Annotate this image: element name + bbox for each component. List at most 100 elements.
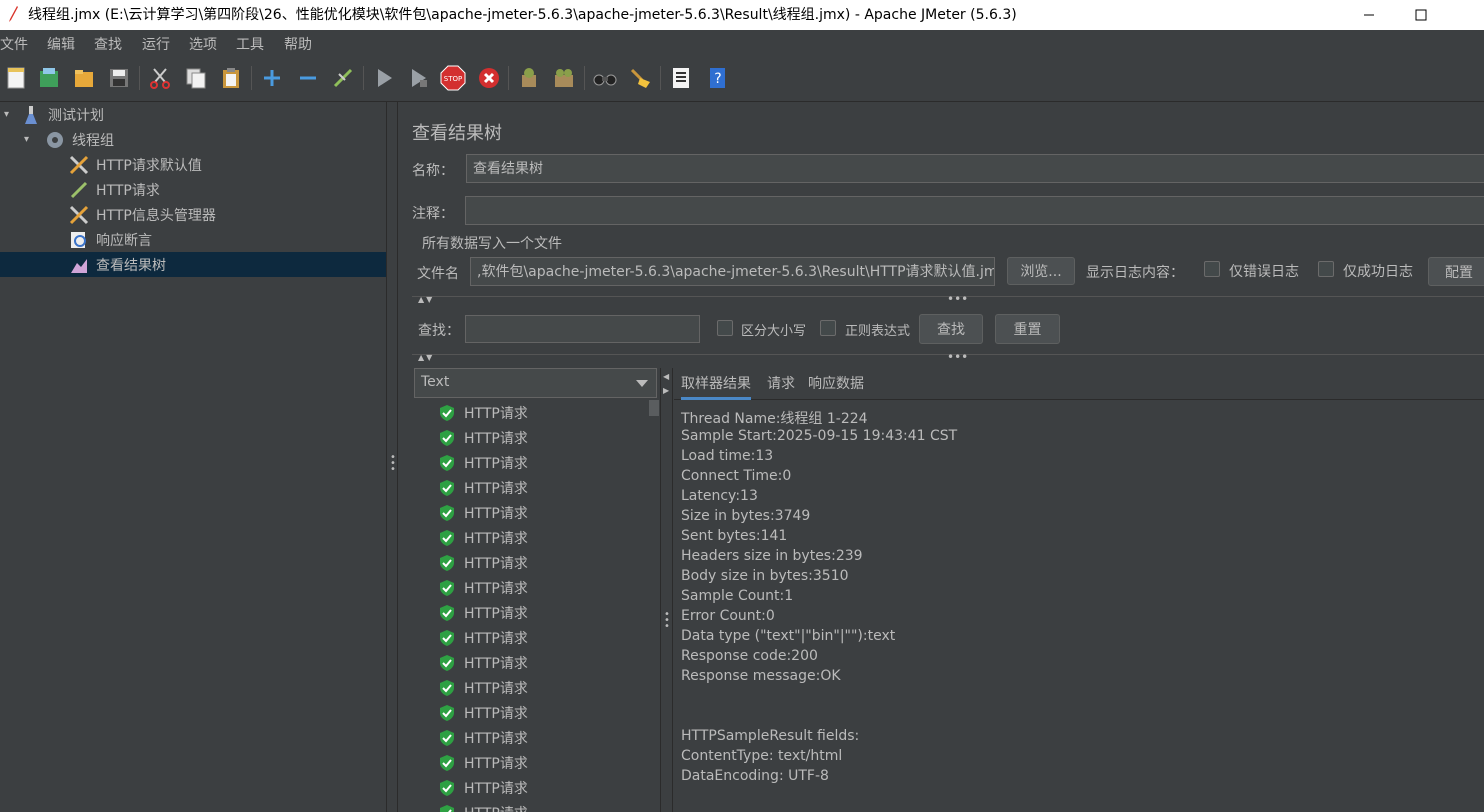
grip-icon: •••	[947, 350, 969, 364]
tab-response-data[interactable]: 响应数据	[808, 373, 864, 393]
bottom-splitter[interactable]: ▲▼ •••	[412, 350, 1484, 364]
list-item[interactable]: HTTP请求	[438, 400, 528, 425]
copy-button[interactable]	[182, 64, 210, 92]
find-button[interactable]: 查找	[919, 314, 983, 344]
menu-search[interactable]: 查找	[94, 34, 122, 54]
shutdown-icon	[479, 68, 499, 88]
expand-button[interactable]	[258, 64, 286, 92]
collapse-button[interactable]	[294, 64, 322, 92]
menu-run[interactable]: 运行	[142, 34, 170, 54]
save-button[interactable]	[105, 64, 133, 92]
browse-button[interactable]: 浏览...	[1007, 257, 1075, 285]
clear-all-button[interactable]	[550, 64, 578, 92]
detail-line: Error Count:0	[681, 608, 775, 624]
list-item[interactable]: HTTP请求	[438, 550, 528, 575]
list-item[interactable]: HTTP请求	[438, 425, 528, 450]
list-item[interactable]: HTTP请求	[438, 750, 528, 775]
filename-input[interactable]: ,软件包\apache-jmeter-5.6.3\apache-jmeter-5…	[470, 257, 995, 286]
list-item[interactable]: HTTP请求	[438, 450, 528, 475]
comment-input[interactable]	[465, 196, 1484, 225]
collapse-toggle-icon[interactable]: ▾	[24, 134, 29, 145]
expand-icon	[264, 70, 280, 86]
tree-node-header-manager[interactable]: HTTP信息头管理器	[68, 202, 386, 227]
shutdown-button[interactable]	[475, 64, 503, 92]
list-item[interactable]: HTTP请求	[438, 525, 528, 550]
maximize-button[interactable]	[1398, 0, 1444, 30]
tree-node-http-defaults[interactable]: HTTP请求默认值	[68, 152, 386, 177]
tab-request[interactable]: 请求	[767, 373, 795, 393]
function-helper-button[interactable]	[667, 64, 695, 92]
function-helper-icon	[673, 68, 689, 88]
list-item[interactable]: HTTP请求	[438, 500, 528, 525]
menu-help[interactable]: 帮助	[284, 34, 312, 54]
clear-button[interactable]	[515, 64, 543, 92]
menu-file[interactable]: 文件	[0, 34, 28, 54]
minimize-button[interactable]	[1346, 0, 1392, 30]
help-icon: ?	[710, 68, 725, 88]
menu-tools[interactable]: 工具	[236, 34, 264, 54]
case-sensitive-checkbox[interactable]	[717, 320, 733, 336]
list-item[interactable]: HTTP请求	[438, 650, 528, 675]
toolbar-separator	[363, 66, 364, 90]
reset-search-button[interactable]	[626, 64, 654, 92]
tab-sampler-result[interactable]: 取样器结果	[681, 373, 751, 400]
results-list[interactable]: HTTP请求 HTTP请求 HTTP请求 HTTP请求 HTTP请求 HTTP请求 HTTP…	[414, 400, 662, 812]
tree-node-response-assertion[interactable]: 响应断言	[68, 227, 386, 252]
open-button[interactable]	[70, 64, 98, 92]
list-item-label: HTTP请求	[464, 430, 528, 447]
toolbar-separator	[660, 66, 661, 90]
tree-node-label: 测试计划	[48, 107, 104, 124]
list-item[interactable]: HTTP请求	[438, 475, 528, 500]
list-item[interactable]: HTTP请求	[438, 775, 528, 800]
search-button[interactable]	[591, 64, 619, 92]
list-item[interactable]: HTTP请求	[438, 575, 528, 600]
arrow-left-icon: ◀	[663, 372, 670, 381]
top-splitter[interactable]: ▲▼ •••	[412, 292, 1484, 306]
comment-label: 注释：	[412, 206, 454, 222]
tree-node-thread-group[interactable]: 线程组	[44, 127, 386, 152]
start-no-pause-button[interactable]	[404, 64, 432, 92]
menu-bar: 文件 编辑 查找 运行 选项 工具 帮助	[0, 30, 1484, 56]
start-button[interactable]	[370, 64, 398, 92]
splitter-arrows-icon: ▲▼	[418, 295, 435, 304]
renderer-select[interactable]: Text	[414, 368, 657, 398]
chart-icon	[68, 254, 90, 276]
list-item[interactable]: HTTP请求	[438, 600, 528, 625]
list-item-label: HTTP请求	[464, 605, 528, 622]
success-shield-icon	[440, 679, 454, 696]
name-input[interactable]: 查看结果树	[466, 154, 1484, 183]
paste-button[interactable]	[217, 64, 245, 92]
new-button[interactable]	[2, 64, 30, 92]
regex-checkbox[interactable]	[820, 320, 836, 336]
search-input[interactable]	[465, 315, 700, 343]
list-item[interactable]: HTTP请求	[438, 700, 528, 725]
list-item[interactable]: HTTP请求	[438, 800, 528, 812]
configure-button[interactable]: 配置	[1428, 257, 1484, 286]
help-button[interactable]: ?	[703, 64, 731, 92]
toggle-button[interactable]	[329, 64, 357, 92]
templates-button[interactable]	[35, 64, 63, 92]
success-only-checkbox[interactable]	[1318, 261, 1334, 277]
list-item[interactable]: HTTP请求	[438, 675, 528, 700]
list-item[interactable]: HTTP请求	[438, 625, 528, 650]
detail-line: Thread Name:线程组 1-224	[681, 411, 868, 427]
tree-node-test-plan[interactable]: 测试计划	[20, 102, 386, 127]
stop-button[interactable]: STOP	[439, 64, 467, 92]
reset-button[interactable]: 重置	[995, 314, 1060, 344]
cut-button[interactable]	[146, 64, 174, 92]
copy-icon	[186, 68, 206, 89]
svg-text:STOP: STOP	[444, 75, 462, 83]
tree-node-view-results-tree[interactable]: 查看结果树	[0, 252, 386, 277]
errors-only-checkbox[interactable]	[1204, 261, 1220, 277]
main-splitter[interactable]: • • •	[386, 102, 398, 812]
menu-options[interactable]: 选项	[189, 34, 217, 54]
list-item[interactable]: HTTP请求	[438, 725, 528, 750]
reset-search-icon	[630, 68, 650, 88]
tree-node-http-request[interactable]: HTTP请求	[68, 177, 386, 202]
test-plan-tree: ▾ 测试计划 ▾ 线程组 HTTP请求默认值 HTTP请求 HTTP信息头管理器	[0, 102, 386, 812]
results-splitter[interactable]: ◀ ▶ • • •	[660, 368, 673, 812]
menu-edit[interactable]: 编辑	[47, 34, 75, 54]
collapse-toggle-icon[interactable]: ▾	[4, 109, 9, 120]
pipette-icon	[68, 179, 90, 201]
results-scrollbar[interactable]	[649, 400, 659, 416]
